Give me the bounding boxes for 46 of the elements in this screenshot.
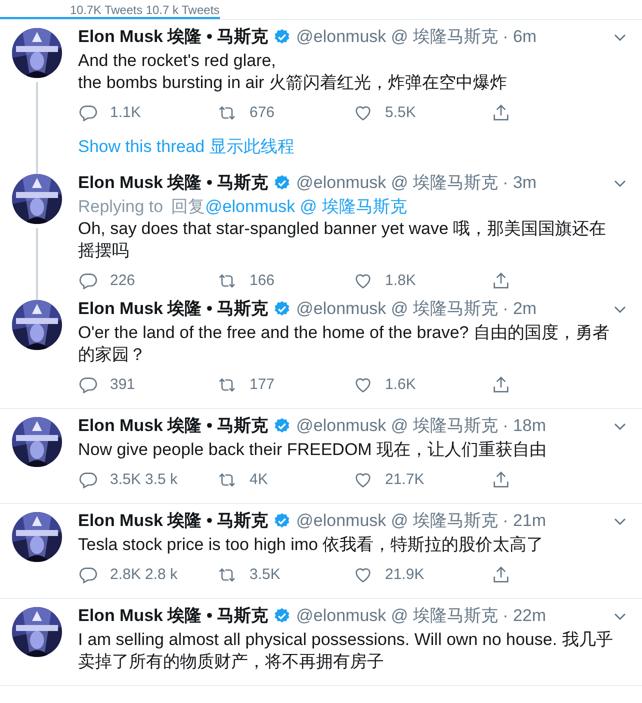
reply-count: 2.8K 2.8 k: [110, 564, 178, 584]
author-name[interactable]: Elon Musk 埃隆 • 马斯克: [78, 170, 268, 196]
share-icon[interactable]: [490, 102, 510, 123]
retweet-count: 177: [250, 374, 275, 394]
tweet-text: Now give people back their FREEDOM 现在，让人们重获自由: [78, 438, 548, 460]
tweets-tab[interactable]: 10.7K Tweets 10.7 k Tweets: [0, 3, 220, 19]
handle-and-time: @elonmusk @ 埃隆马斯克 · 22m: [296, 605, 546, 627]
share-icon[interactable]: [490, 470, 510, 490]
handle-and-time: @elonmusk @ 埃隆马斯克 · 6m: [296, 26, 537, 48]
tweet-text: O'er the land of the free and the home of the brave? 自由的国度，勇者的家园？: [78, 322, 610, 366]
reply-icon[interactable]: [78, 270, 98, 291]
replying-to-label: Replying to: [78, 196, 164, 218]
author-name[interactable]: Elon Musk 埃隆 • 马斯克: [78, 508, 268, 534]
like-count: 1.6K: [385, 374, 416, 394]
reply-count: 226: [110, 270, 136, 290]
handle-and-time: @elonmusk @ 埃隆马斯克 · 21m: [296, 510, 546, 532]
tweet-text: And the rocket's red glare, the bombs bursting in air 火箭闪着红光，炸弹在空中爆炸: [78, 50, 508, 94]
share-icon[interactable]: [490, 564, 510, 585]
like-count: 5.5K: [385, 102, 416, 122]
retweet-count: 4K: [250, 470, 268, 490]
reply-icon[interactable]: [78, 102, 98, 123]
share-icon[interactable]: [490, 270, 510, 291]
tweet-text: Oh, say does that star-spangled banner yet wave 哦，那美国国旗还在摇摆吗: [78, 218, 608, 262]
reply-prefix: 回复: [171, 196, 206, 218]
retweet-count: 3.5K: [250, 564, 280, 584]
author-name[interactable]: Elon Musk 埃隆 • 马斯克: [78, 603, 268, 628]
like-count: 21.9K: [385, 564, 424, 584]
handle-and-time: @elonmusk @ 埃隆马斯克 · 2m: [296, 298, 537, 320]
like-count: 1.8K: [385, 270, 416, 290]
reply-count: 3.5K 3.5 k: [110, 470, 178, 490]
handle-and-time: @elonmusk @ 埃隆马斯克 · 18m: [296, 415, 546, 437]
retweet-count: 676: [250, 102, 275, 122]
handle-and-time: @elonmusk @ 埃隆马斯克 · 3m: [296, 172, 537, 194]
tweet-text: I am selling almost all physical possessions. Will own no house. 我几乎卖掉了所有的物质财产，将不再拥有房子: [78, 628, 614, 672]
tweet-text: Tesla stock price is too high imo 依我看，特斯拉的股价太高了: [78, 534, 545, 556]
reply-count: 391: [110, 374, 136, 394]
like-count: 21.7K: [385, 470, 424, 490]
reply-icon[interactable]: [78, 470, 98, 490]
reply-count: 1.1K: [110, 102, 141, 122]
reply-icon[interactable]: [78, 374, 98, 395]
author-name[interactable]: Elon Musk 埃隆 • 马斯克: [78, 296, 268, 322]
author-name[interactable]: Elon Musk 埃隆 • 马斯克: [78, 413, 268, 438]
share-icon[interactable]: [490, 374, 510, 395]
reply-icon[interactable]: [78, 564, 98, 585]
author-name[interactable]: Elon Musk 埃隆 • 马斯克: [78, 24, 268, 50]
retweet-count: 166: [250, 270, 275, 290]
